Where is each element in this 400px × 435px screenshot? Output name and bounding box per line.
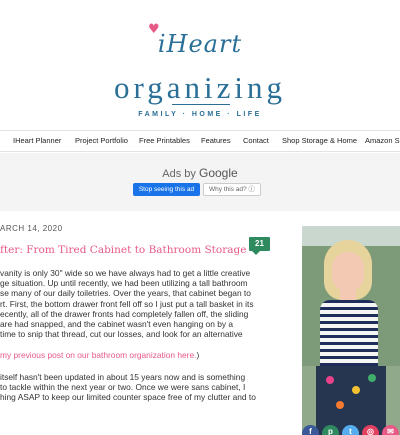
nav-item-portfolio[interactable]: Project Portfolio <box>75 136 128 145</box>
post-body: vanity is only 30" wide so we have alway… <box>0 268 280 413</box>
email-icon[interactable]: ✉ <box>382 425 399 435</box>
site-logo[interactable]: ♥ iHeart organizing FAMILY · HOME · LIFE <box>0 0 400 130</box>
logo-iheart-label: iHeart <box>157 30 243 58</box>
why-this-ad-button[interactable]: Why this ad? ⓘ <box>203 183 261 196</box>
text-line: ecently, all of the drawer fronts had co… <box>0 308 249 319</box>
ad-label-brand: Google <box>198 166 238 180</box>
photo-flower <box>352 386 360 394</box>
nav-item-planner[interactable]: IHeart Planner <box>13 136 61 145</box>
post-paragraph-link: my previous post on our bathroom organiz… <box>0 350 280 360</box>
text-line: are had snapped, and the cabinet wasn't … <box>0 319 234 330</box>
text-line: ge situation. Up until recently, we had … <box>0 278 248 289</box>
nav-item-features[interactable]: Features <box>201 136 231 145</box>
link-suffix: ) <box>196 350 200 361</box>
post-paragraph-1: vanity is only 30" wide so we have alway… <box>0 268 280 339</box>
text-line: se many of our daily toiletries. Over th… <box>0 288 251 299</box>
text-line: itself hasn't been updated in about 15 y… <box>0 371 246 382</box>
photo-flower <box>336 401 344 409</box>
post-paragraph-2: itself hasn't been updated in about 15 y… <box>0 372 280 403</box>
author-photo <box>302 226 400 435</box>
ad-banner: Ads by Google Stop seeing this ad Why th… <box>0 153 400 211</box>
previous-post-link[interactable]: my previous post on our bathroom organiz… <box>0 350 196 360</box>
comment-count-badge[interactable]: 21 <box>249 237 270 255</box>
social-icons: f p t ◎ ✉ <box>302 425 400 435</box>
post-date: ARCH 14, 2020 <box>0 224 63 233</box>
photo-flower <box>368 374 376 382</box>
text-line: vanity is only 30" wide so we have alway… <box>0 268 251 278</box>
ad-label-prefix: Ads by <box>162 168 199 180</box>
logo-main-text: organizing <box>113 70 286 105</box>
ad-label: Ads by Google <box>0 166 400 180</box>
nav-item-amazon[interactable]: Amazon S <box>365 136 400 145</box>
pinterest-icon[interactable]: p <box>322 425 339 435</box>
text-line: to tackle within the next year or two. O… <box>0 381 246 392</box>
photo-striped-top <box>320 300 378 370</box>
nav-item-contact[interactable]: Contact <box>243 136 269 145</box>
nav-item-shop[interactable]: Shop Storage & Home <box>282 136 357 145</box>
text-line: time to snip that thread, cut our losses… <box>0 329 243 340</box>
heart-icon: ♥ <box>148 22 161 37</box>
nav-item-printables[interactable]: Free Printables <box>139 136 190 145</box>
text-line: rt. First, the bottom drawer front fell … <box>0 298 254 309</box>
logo-iheart-text: ♥ iHeart <box>0 22 400 58</box>
main-nav: IHeart Planner Project Portfolio Free Pr… <box>0 130 400 152</box>
photo-flower <box>326 376 334 384</box>
twitter-icon[interactable]: t <box>342 425 359 435</box>
photo-face <box>332 252 364 292</box>
facebook-icon[interactable]: f <box>302 425 319 435</box>
logo-tagline: FAMILY · HOME · LIFE <box>138 111 262 118</box>
text-line: hing ASAP to keep our limited counter sp… <box>0 392 256 403</box>
post-title[interactable]: fter: From Tired Cabinet to Bathroom Sto… <box>0 244 246 256</box>
stop-seeing-ad-button[interactable]: Stop seeing this ad <box>133 183 200 196</box>
logo-divider <box>172 104 230 105</box>
instagram-icon[interactable]: ◎ <box>362 425 379 435</box>
